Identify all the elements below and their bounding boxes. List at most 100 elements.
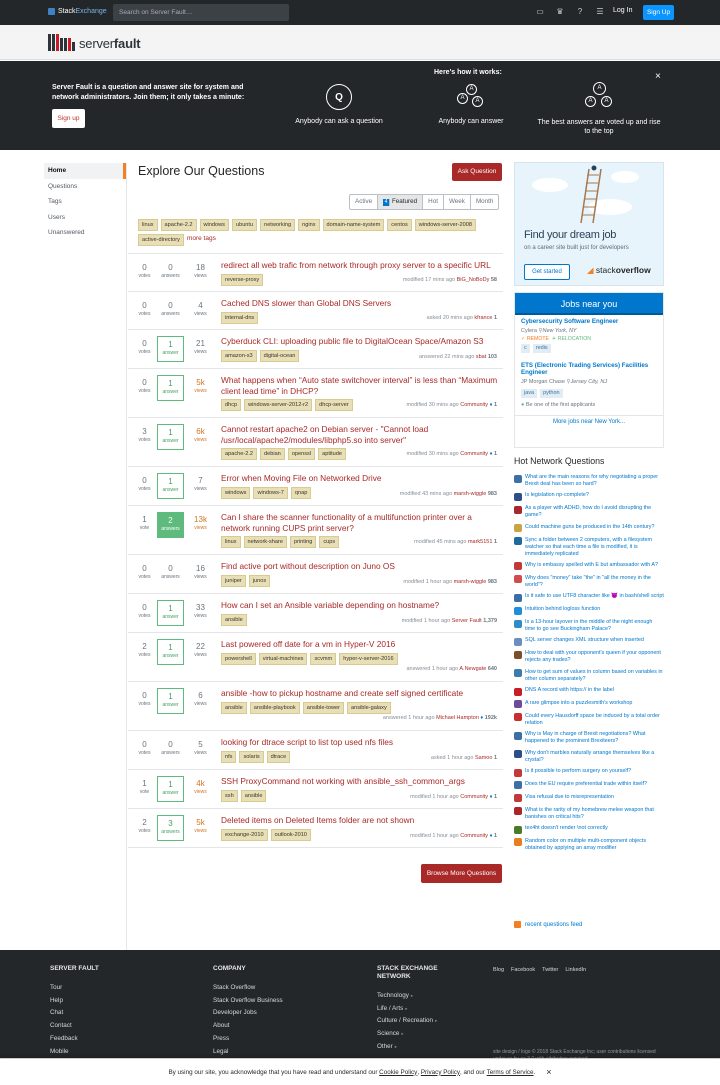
hot-question-item[interactable]: How to get sum of values in column based… [514,669,664,683]
hot-question-link[interactable]: Is a 13-hour layover in the middle of th… [525,619,664,633]
tag[interactable]: powershell [221,652,256,665]
question-title-link[interactable]: Error when Moving File on Networked Driv… [221,473,499,484]
hot-question-link[interactable]: A rare glimpse into a puzzlesmith's work… [525,700,632,709]
tag[interactable]: internal-dns [221,311,259,324]
hot-question-link[interactable]: Could machine guns be produced in the 14… [525,524,654,533]
tag[interactable]: active-directory [138,234,184,246]
question-title-link[interactable]: looking for dtrace script to list top us… [221,737,499,748]
tag[interactable]: digital-ocean [259,349,300,362]
tag[interactable]: scvmm [310,652,337,665]
user-link[interactable]: Community [460,833,488,839]
tag[interactable]: hyper-v-server-2016 [339,652,398,665]
question-title-link[interactable]: Can I share the scanner functionality of… [221,512,499,533]
hot-question-item[interactable]: A rare glimpse into a puzzlesmith's work… [514,700,664,709]
facebook-link[interactable]: Facebook [511,967,535,973]
nav-questions[interactable]: Questions [44,179,126,195]
close-icon[interactable]: × [655,71,661,82]
site-switcher-icon[interactable]: ☰ [595,7,605,17]
hot-question-item[interactable]: As a player with ADHD, how do I avoid di… [514,505,664,519]
tag[interactable]: juniper [221,574,246,587]
hot-question-item[interactable]: Sync a folder between 2 computers, with … [514,537,664,558]
hot-question-item[interactable]: Why is embassy spelled with E but ambass… [514,562,664,571]
user-link[interactable]: marsh-wiggle [454,491,487,497]
hot-question-link[interactable]: How to get sum of values in column based… [525,669,664,683]
footer-link[interactable]: About [213,1020,283,1033]
footer-link[interactable]: Culture / Recreation ▸ [377,1015,447,1028]
user-link[interactable]: A.Newgate [459,666,486,672]
hot-question-link[interactable]: Why is May in charge of Brexit negotiati… [525,731,664,745]
hot-question-link[interactable]: Random color on multiple multi-component… [525,838,664,852]
hot-question-item[interactable]: tex4ht doesn't render \not correctly [514,825,664,834]
user-link[interactable]: marsh-wiggle [454,579,487,585]
nav-users[interactable]: Users [44,210,126,226]
tag[interactable]: exchange-2010 [221,828,268,841]
search-input[interactable]: Search on Server Fault… [113,4,289,21]
footer-link[interactable]: Life / Arts ▸ [377,1003,447,1016]
hot-question-item[interactable]: Random color on multiple multi-component… [514,838,664,852]
hot-question-item[interactable]: Is it possible to perform surgery on you… [514,768,664,777]
more-jobs-link[interactable]: More jobs near New York... [515,414,663,425]
ask-question-button[interactable]: Ask Question [452,163,502,181]
question-title-link[interactable]: Cyberduck CLI: uploading public file to … [221,336,499,347]
hot-question-link[interactable]: Why don't marbles naturally arrange them… [525,750,664,764]
tag[interactable]: ssh [221,789,238,802]
tag[interactable]: ansible-galaxy [347,701,391,714]
hot-question-item[interactable]: DNS A record with https:// in the label [514,687,664,696]
tag[interactable]: ansible [221,613,247,626]
footer-link[interactable]: Contact [50,1020,99,1033]
hot-question-item[interactable]: Why don't marbles naturally arrange them… [514,750,664,764]
user-link[interactable]: Server Fault [452,618,482,624]
tab-week[interactable]: Week [444,195,471,209]
nav-home[interactable]: Home [44,163,126,179]
job-listing[interactable]: ETS (Electronic Trading Services) Facili… [515,356,663,411]
question-title-link[interactable]: ansible -how to pickup hostname and crea… [221,688,499,699]
question-title-link[interactable]: What happens when “Auto state switchover… [221,375,499,396]
tag[interactable]: nginx [298,219,320,231]
tag[interactable]: nfs [221,750,237,763]
recent-questions-feed[interactable]: recent questions feed [514,921,582,928]
job-tag[interactable]: java [521,388,538,398]
tag[interactable]: network-share [243,536,287,548]
user-link[interactable]: Community [460,451,488,457]
hot-question-item[interactable]: Could machine guns be produced in the 14… [514,524,664,533]
user-link[interactable]: Samoo [475,755,492,761]
question-title-link[interactable]: Cannot restart apache2 on Debian server … [221,424,499,445]
tag[interactable]: debian [260,448,285,460]
footer-link[interactable]: Help [50,995,99,1008]
hot-question-item[interactable]: What are the main reasons for why negoti… [514,474,664,488]
tag[interactable]: linux [221,536,241,548]
blog-link[interactable]: Blog [493,967,504,973]
question-title-link[interactable]: SSH ProxyCommand not working with ansibl… [221,776,499,787]
tag[interactable]: networking [260,219,296,231]
user-link[interactable]: Community [460,402,488,408]
hot-question-link[interactable]: Does the EU require preferential trade w… [525,781,647,790]
tag[interactable]: dhcp [221,399,242,411]
linkedin-link[interactable]: LinkedIn [565,967,586,973]
hot-question-item[interactable]: SQL server changes XML structure when in… [514,637,664,646]
hot-question-link[interactable]: As a player with ADHD, how do I avoid di… [525,505,664,519]
job-tag[interactable]: c [521,343,530,353]
tag[interactable]: qnap [290,486,312,499]
get-started-button[interactable]: Get started [524,264,570,280]
tag[interactable]: outlook-2010 [270,828,311,841]
hot-question-link[interactable]: DNS A record with https:// in the label [525,687,614,696]
job-tag[interactable]: python [540,388,563,398]
job-tag[interactable]: redis [532,343,551,353]
question-title-link[interactable]: Cached DNS slower than Global DNS Server… [221,298,499,309]
tag[interactable]: windows [199,219,229,231]
hot-question-item[interactable]: Is it safe to use UTF8 character like 😈 … [514,593,664,602]
help-icon[interactable]: ? [575,7,585,17]
tab-hot[interactable]: Hot [423,195,444,209]
tag[interactable]: dtrace [266,750,291,763]
question-title-link[interactable]: Find active port without description on … [221,561,499,572]
jobs-advertisement[interactable]: Find your dream job on a career site bui… [514,162,664,286]
hot-question-link[interactable]: tex4ht doesn't render \not correctly [525,825,608,834]
hot-question-link[interactable]: Why does "money" take "the" in "all the … [525,575,664,589]
tag[interactable]: amazon-s3 [221,349,257,362]
hot-question-link[interactable]: What are the main reasons for why negoti… [525,474,664,488]
question-title-link[interactable]: redirect all web trafic from network thr… [221,260,499,271]
hot-question-link[interactable]: Why is embassy spelled with E but ambass… [525,562,658,571]
hot-question-item[interactable]: Visa refusal due to misrepresentation [514,794,664,803]
more-tags-link[interactable]: more tags [187,234,216,246]
tag[interactable]: dhcp-server [315,399,353,411]
